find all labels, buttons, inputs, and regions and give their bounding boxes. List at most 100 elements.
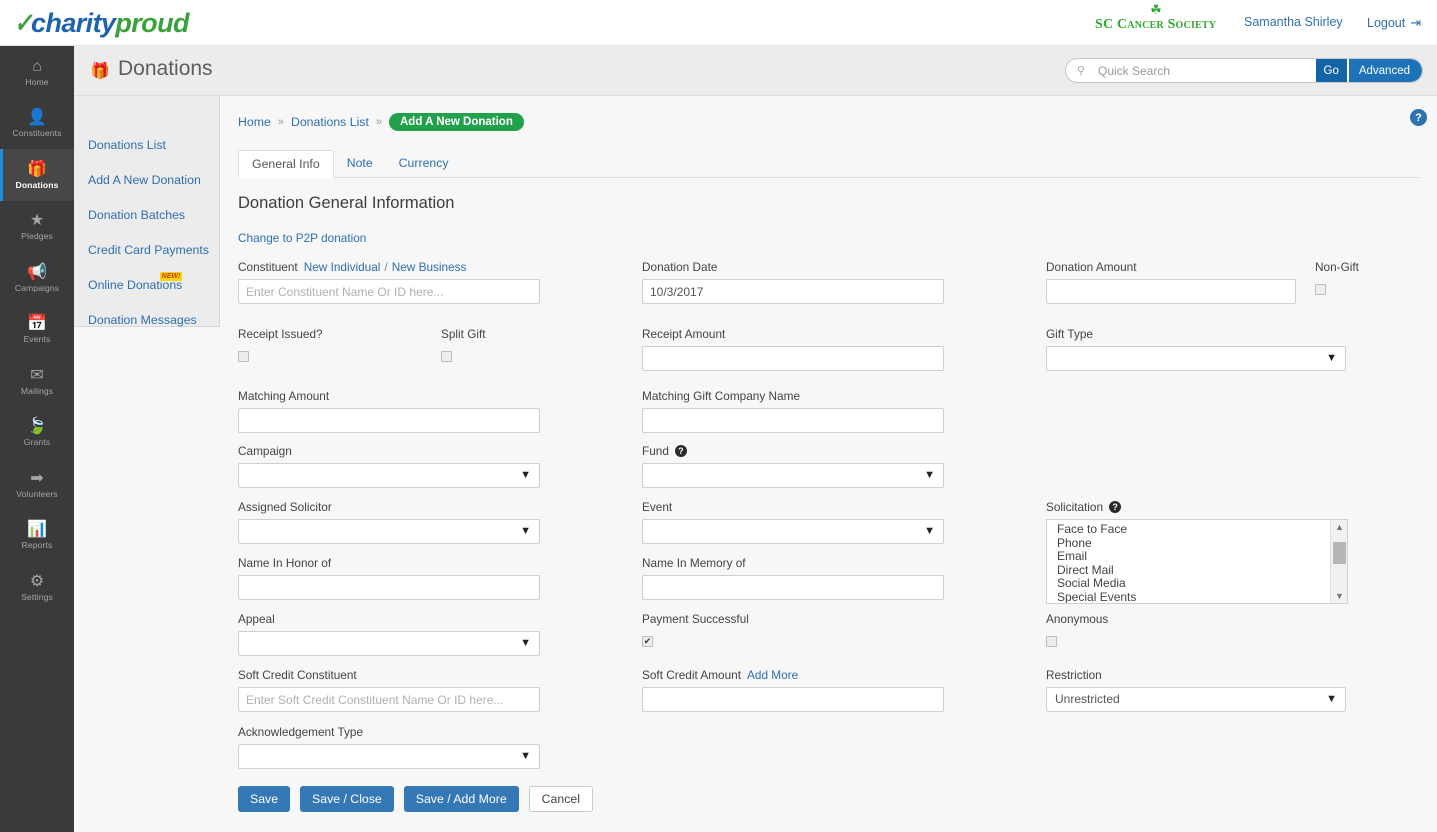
assigned-solicitor-select[interactable]: ▼	[238, 519, 540, 544]
receipt-issued-checkbox[interactable]	[238, 351, 249, 362]
payment-successful-checkbox[interactable]: ✔	[642, 636, 653, 647]
submenu-item-donations-list[interactable]: Donations List	[74, 138, 166, 152]
field-name-in-honor: Name In Honor of	[238, 556, 540, 600]
submenu-item-label: Donation Messages	[88, 313, 197, 327]
field-receipt-amount: Receipt Amount	[642, 327, 944, 371]
fund-help-icon[interactable]: ?	[675, 445, 687, 457]
new-business-link[interactable]: New Business	[392, 260, 467, 274]
fund-select[interactable]: ▼	[642, 463, 944, 488]
rail-item-campaigns[interactable]: 📢Campaigns	[0, 252, 74, 304]
acknowledgement-type-select[interactable]: ▼	[238, 744, 540, 769]
field-soft-credit-constituent: Soft Credit Constituent	[238, 668, 540, 712]
constituent-input[interactable]	[238, 279, 540, 304]
rail-item-donations[interactable]: 🎁Donations	[0, 149, 74, 201]
matching-amount-input[interactable]	[238, 408, 540, 433]
soft-credit-amount-input[interactable]	[642, 687, 944, 712]
breadcrumb: Home » Donations List » Add A New Donati…	[238, 113, 524, 131]
field-donation-date: Donation Date	[642, 260, 944, 304]
submenu-item-credit-card-payments[interactable]: Credit Card Payments	[74, 243, 209, 257]
split-gift-checkbox[interactable]	[441, 351, 452, 362]
submenu-item-online-donations[interactable]: Online DonationsNEW!	[74, 278, 182, 292]
rail-item-reports[interactable]: 📊Reports	[0, 510, 74, 562]
constituents-icon: 👤	[27, 108, 47, 127]
rail-item-home[interactable]: ⌂Home	[0, 46, 74, 98]
name-in-memory-input[interactable]	[642, 575, 944, 600]
save-close-button[interactable]: Save / Close	[300, 786, 394, 812]
campaign-select[interactable]: ▼	[238, 463, 540, 488]
event-label: Event	[642, 500, 944, 514]
leaf-icon: ✓	[14, 8, 32, 39]
help-icon[interactable]: ?	[1410, 109, 1427, 126]
campaign-label: Campaign	[238, 444, 540, 458]
rail-item-pledges[interactable]: ★Pledges	[0, 201, 74, 253]
new-individual-link[interactable]: New Individual	[304, 260, 381, 274]
save-button[interactable]: Save	[238, 786, 290, 812]
rail-item-settings[interactable]: ⚙Settings	[0, 561, 74, 613]
change-to-p2p-link[interactable]: Change to P2P donation	[238, 231, 366, 245]
solicitation-option[interactable]: Social Media	[1057, 577, 1330, 591]
rail-item-label: Grants	[24, 437, 50, 447]
search-go-button[interactable]: Go	[1316, 59, 1347, 82]
solicitation-help-icon[interactable]: ?	[1109, 501, 1121, 513]
solicitation-option[interactable]: Email	[1057, 550, 1330, 564]
field-acknowledgement-type: Acknowledgement Type ▼	[238, 725, 540, 769]
charityproud-logo[interactable]: ✓charityproud	[12, 4, 189, 42]
solicitation-scrollbar[interactable]: ▲ ▼	[1330, 520, 1347, 603]
rail-item-mailings[interactable]: ✉Mailings	[0, 355, 74, 407]
solicitation-option[interactable]: Face to Face	[1057, 523, 1330, 537]
matching-company-input[interactable]	[642, 408, 944, 433]
soft-credit-constituent-input[interactable]	[238, 687, 540, 712]
user-menu[interactable]: Samantha Shirley	[1244, 15, 1343, 29]
rail-item-label: Events	[24, 334, 51, 344]
tab-currency[interactable]: Currency	[386, 150, 462, 176]
breadcrumb-home[interactable]: Home	[238, 115, 271, 129]
scroll-down-icon[interactable]: ▼	[1331, 591, 1348, 601]
submenu-item-donation-messages[interactable]: Donation Messages	[74, 313, 197, 327]
rail-item-constituents[interactable]: 👤Constituents	[0, 98, 74, 150]
submenu-item-donation-batches[interactable]: Donation Batches	[74, 208, 185, 222]
search-input[interactable]	[1096, 59, 1316, 82]
submenu-item-add-a-new-donation[interactable]: Add A New Donation	[74, 173, 201, 187]
name-in-honor-input[interactable]	[238, 575, 540, 600]
rail-item-label: Settings	[21, 592, 53, 602]
cancel-button[interactable]: Cancel	[529, 786, 593, 812]
donation-amount-input[interactable]	[1046, 279, 1296, 304]
name-in-honor-label: Name In Honor of	[238, 556, 540, 570]
solicitation-options: Face to FacePhoneEmailDirect MailSocial …	[1047, 520, 1330, 603]
advanced-search-button[interactable]: Advanced	[1347, 59, 1422, 82]
payment-successful-label: Payment Successful	[642, 612, 749, 626]
solicitation-option[interactable]: Direct Mail	[1057, 564, 1330, 578]
solicitation-listbox[interactable]: Face to FacePhoneEmailDirect MailSocial …	[1046, 519, 1348, 604]
rail-item-events[interactable]: 📅Events	[0, 304, 74, 356]
restriction-select[interactable]: Unrestricted ▼	[1046, 687, 1346, 712]
rail-item-volunteers[interactable]: ➡Volunteers	[0, 458, 74, 510]
tab-note[interactable]: Note	[334, 150, 386, 176]
save-add-more-button[interactable]: Save / Add More	[404, 786, 519, 812]
anonymous-checkbox[interactable]	[1046, 636, 1057, 647]
non-gift-checkbox[interactable]	[1315, 284, 1326, 295]
solicitation-option[interactable]: Special Events	[1057, 591, 1330, 604]
event-select[interactable]: ▼	[642, 519, 944, 544]
primary-nav-rail: ⌂Home👤Constituents🎁Donations★Pledges📢Cam…	[0, 46, 74, 832]
scrollbar-thumb[interactable]	[1333, 542, 1346, 564]
receipt-amount-input[interactable]	[642, 346, 944, 371]
scroll-up-icon[interactable]: ▲	[1331, 522, 1348, 532]
logout-button[interactable]: Logout⇥	[1367, 15, 1421, 31]
settings-icon: ⚙	[30, 572, 44, 591]
donation-date-input[interactable]	[642, 279, 944, 304]
solicitation-option[interactable]: Phone	[1057, 537, 1330, 551]
appeal-select[interactable]: ▼	[238, 631, 540, 656]
field-appeal: Appeal ▼	[238, 612, 540, 656]
fund-label: Fund ?	[642, 444, 944, 458]
restriction-value: Unrestricted	[1055, 692, 1120, 706]
tab-general-info[interactable]: General Info	[238, 150, 334, 178]
gift-type-select[interactable]: ▼	[1046, 346, 1346, 371]
tab-bar: General InfoNoteCurrency	[238, 150, 1419, 178]
rail-item-grants[interactable]: 🍃Grants	[0, 407, 74, 459]
logout-label: Logout	[1367, 16, 1405, 30]
campaigns-icon: 📢	[27, 263, 47, 282]
receipt-issued-label: Receipt Issued?	[238, 327, 323, 341]
chevron-down-icon: ▼	[520, 632, 531, 655]
add-more-link[interactable]: Add More	[747, 668, 798, 682]
breadcrumb-donations-list[interactable]: Donations List	[291, 115, 369, 129]
